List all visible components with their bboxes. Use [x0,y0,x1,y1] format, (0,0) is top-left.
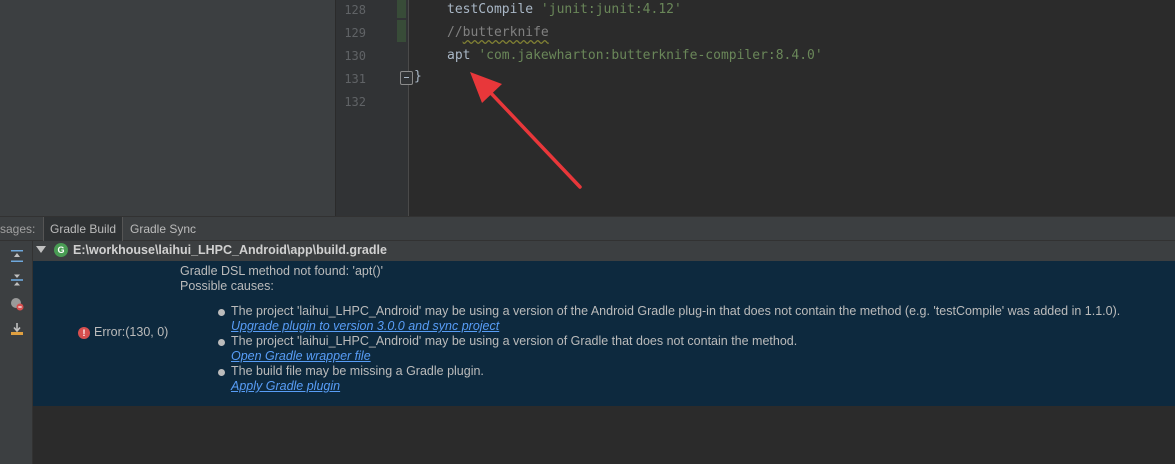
bullet-icon [218,369,225,376]
messages-toolbar [0,241,33,464]
code-line-129: //butterknife [447,25,549,40]
tab-gradle-build[interactable]: Gradle Build [43,217,124,241]
export-icon[interactable] [10,322,24,336]
scroll-to-top-icon[interactable] [10,249,24,263]
cause-text: The build file may be missing a Gradle p… [231,364,484,378]
open-wrapper-file-link[interactable]: Open Gradle wrapper file [231,349,371,363]
error-location: Error:(130, 0) [94,325,169,339]
code-line-130: apt 'com.jakewharton:butterknife-compile… [447,48,823,63]
cause-text: The project 'laihui_LHPC_Android' may be… [231,304,1121,318]
error-title: Gradle DSL method not found: 'apt()' [180,264,384,278]
error-icon: ! [78,327,90,339]
line-number: 128 [344,3,366,17]
collapse-all-icon[interactable] [10,273,24,287]
fold-marker-icon[interactable] [400,71,413,85]
bullet-icon [218,339,225,346]
vcs-change-marker[interactable] [397,0,406,18]
gradle-icon: G [54,243,68,257]
code-line-131: } [414,69,422,84]
build-file-path: E:\workhouse\laihui_LHPC_Android\app\bui… [73,243,387,257]
upgrade-plugin-link[interactable]: Upgrade plugin to version 3.0.0 and sync… [231,319,499,333]
line-number: 129 [344,26,366,40]
line-number: 132 [344,95,366,109]
line-number: 131 [344,72,366,86]
apply-gradle-plugin-link[interactable]: Apply Gradle plugin [231,379,340,393]
chevron-down-icon[interactable] [36,246,46,253]
filter-errors-icon[interactable] [10,297,24,311]
messages-tabstrip: sages: Gradle Build Gradle Sync [0,216,1175,241]
bullet-icon [218,309,225,316]
cause-text: The project 'laihui_LHPC_Android' may be… [231,334,798,348]
possible-causes-label: Possible causes: [180,279,274,293]
tab-gradle-sync[interactable]: Gradle Sync [124,217,202,241]
line-number: 130 [344,49,366,63]
project-pane [0,0,335,216]
annotation-arrow [470,72,582,189]
vcs-change-marker[interactable] [397,20,406,42]
messages-tab-label: sages: [0,222,36,236]
code-line-128: testCompile 'junit:junit:4.12' [447,2,682,17]
